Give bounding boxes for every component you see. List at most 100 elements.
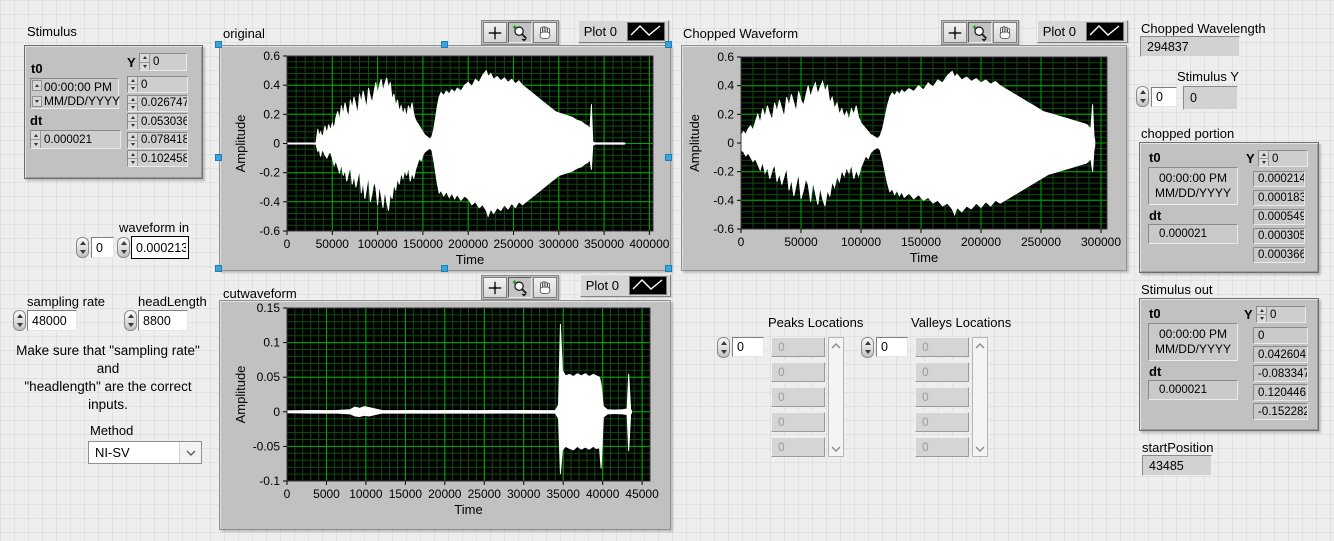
head-length-label: headLength xyxy=(138,295,207,309)
valleys-locations-label: Valleys Locations xyxy=(911,316,1011,330)
y-index-spinner[interactable] xyxy=(1259,151,1269,166)
chopped-portion-t0: 00:00:00 PM MM/DD/YYYY xyxy=(1148,167,1238,205)
svg-text:5000: 5000 xyxy=(313,487,340,501)
chevron-down-icon[interactable] xyxy=(829,441,843,456)
peaks-index-spinner[interactable] xyxy=(717,337,730,358)
svg-text:400000: 400000 xyxy=(629,237,669,251)
selection-handle[interactable] xyxy=(665,154,672,161)
t0-label: t0 xyxy=(1149,307,1161,321)
t0-increment-button[interactable] xyxy=(32,80,42,91)
sampling-rate-spinner[interactable] xyxy=(13,310,26,331)
original-graph-palette xyxy=(481,20,559,45)
chopped-plot-legend[interactable]: Plot 0 xyxy=(1037,20,1128,43)
svg-text:0: 0 xyxy=(273,405,280,419)
selection-handle[interactable] xyxy=(665,41,672,48)
pan-hand-icon[interactable] xyxy=(533,22,557,43)
y-index-spinner[interactable] xyxy=(140,54,150,70)
zoom-tool-icon[interactable] xyxy=(508,277,532,298)
waveform-in-index-spinner[interactable] xyxy=(76,237,89,258)
chevron-up-icon[interactable] xyxy=(973,338,987,353)
peaks-index[interactable]: 0 xyxy=(732,337,764,357)
svg-text:0: 0 xyxy=(273,137,280,151)
stimulus-out-dt: 0.000021 xyxy=(1148,380,1238,400)
stimulus-y-index[interactable]: 0 xyxy=(1151,87,1177,107)
stimulus-out-y-index[interactable]: 0 xyxy=(1256,306,1306,323)
cursor-tool-icon[interactable] xyxy=(943,22,967,43)
chevron-up-icon[interactable] xyxy=(829,338,843,353)
selection-handle[interactable] xyxy=(215,41,222,48)
head-length-input[interactable]: 8800 xyxy=(138,310,188,331)
zoom-tool-icon[interactable] xyxy=(508,22,532,43)
start-position-label: startPosition xyxy=(1142,441,1214,455)
chopped-portion-cell: 0.000549 xyxy=(1253,209,1305,225)
chevron-down-icon[interactable] xyxy=(179,442,201,463)
cutwaveform-plot-legend[interactable]: Plot 0 xyxy=(580,274,671,297)
stimulus-array-cell[interactable]: 0.026747 xyxy=(127,95,188,112)
chopped-plot-area: 0500001000001500002000002500003000000.60… xyxy=(682,46,1126,270)
cursor-tool-icon[interactable] xyxy=(483,277,507,298)
svg-text:-0.2: -0.2 xyxy=(259,166,280,180)
chopped-wavelength-label: Chopped Wavelength xyxy=(1141,22,1266,36)
stimulus-y-index-spinner[interactable] xyxy=(1136,86,1149,107)
stimulus-array-cell[interactable]: 0.078418 xyxy=(127,132,188,149)
t0-label: t0 xyxy=(1149,151,1161,165)
stimulus-t0-field[interactable]: 00:00:00 PM MM/DD/YYYY xyxy=(30,78,119,109)
stimulus-out-cell: -0.083347 xyxy=(1253,365,1308,382)
chopped-portion-dt: 0.000021 xyxy=(1148,224,1238,244)
stimulus-array-cell[interactable]: 0.102458 xyxy=(127,150,188,167)
legend-plot-name: Plot 0 xyxy=(584,24,617,39)
y-index-spinner[interactable] xyxy=(1257,307,1267,322)
stimulus-y-index[interactable]: 0 xyxy=(139,53,187,71)
svg-text:0.6: 0.6 xyxy=(717,50,734,64)
svg-text:0.15: 0.15 xyxy=(257,301,281,315)
waveform-in-value-spinner[interactable] xyxy=(117,237,130,258)
selection-handle[interactable] xyxy=(665,265,672,272)
svg-text:50000: 50000 xyxy=(784,235,818,249)
svg-text:300000: 300000 xyxy=(1081,235,1121,249)
peaks-array-cell: 0 xyxy=(771,362,825,382)
svg-text:100000: 100000 xyxy=(841,235,881,249)
head-length-spinner[interactable] xyxy=(124,310,137,331)
svg-text:-0.2: -0.2 xyxy=(713,165,734,179)
method-combobox[interactable]: NI-SV xyxy=(88,441,202,464)
svg-text:0.4: 0.4 xyxy=(717,79,734,93)
selection-handle[interactable] xyxy=(441,41,448,48)
peaks-array-cell: 0 xyxy=(771,337,825,357)
stimulus-out-t0: 00:00:00 PM MM/DD/YYYY xyxy=(1148,323,1238,361)
selection-handle[interactable] xyxy=(441,265,448,272)
cutwaveform-graph-palette xyxy=(481,275,559,300)
peaks-scrollbar[interactable] xyxy=(828,337,844,457)
sampling-rate-input[interactable]: 48000 xyxy=(27,310,77,331)
svg-text:-0.05: -0.05 xyxy=(253,439,281,453)
cursor-tool-icon[interactable] xyxy=(483,22,507,43)
stimulus-y-value: 0 xyxy=(1183,86,1238,110)
original-graph-label: original xyxy=(223,27,265,41)
selection-handle[interactable] xyxy=(215,154,222,161)
stimulus-array-cell[interactable]: 0.053036 xyxy=(127,113,188,130)
zoom-tool-icon[interactable] xyxy=(968,22,992,43)
stimulus-out-cell: 0 xyxy=(1253,327,1308,344)
valleys-index-spinner[interactable] xyxy=(861,337,874,358)
waveform-in-value[interactable]: 0.000213 xyxy=(131,236,189,259)
dt-spinner[interactable] xyxy=(31,131,41,148)
dt-label: dt xyxy=(1149,209,1161,223)
chopped-portion-y-index[interactable]: 0 xyxy=(1258,150,1308,167)
svg-text:30000: 30000 xyxy=(507,487,541,501)
plot-line-swatch xyxy=(627,22,665,41)
peaks-array-cell: 0 xyxy=(771,412,825,432)
original-plot-legend[interactable]: Plot 0 xyxy=(578,20,669,43)
svg-text:45000: 45000 xyxy=(625,487,659,501)
selection-handle[interactable] xyxy=(215,265,222,272)
pan-hand-icon[interactable] xyxy=(533,277,557,298)
valleys-scrollbar[interactable] xyxy=(972,337,988,457)
waveform-in-index[interactable]: 0 xyxy=(91,237,114,258)
stimulus-dt-field[interactable]: 0.000021 xyxy=(30,130,121,149)
stimulus-t0-label: t0 xyxy=(31,62,43,76)
valleys-index[interactable]: 0 xyxy=(876,337,908,357)
stimulus-array-cell[interactable]: 0 xyxy=(127,76,188,93)
svg-text:-0.1: -0.1 xyxy=(259,474,280,488)
t0-decrement-button[interactable] xyxy=(32,96,42,107)
pan-hand-icon[interactable] xyxy=(993,22,1017,43)
peaks-array-cell: 0 xyxy=(771,437,825,457)
chevron-down-icon[interactable] xyxy=(973,441,987,456)
